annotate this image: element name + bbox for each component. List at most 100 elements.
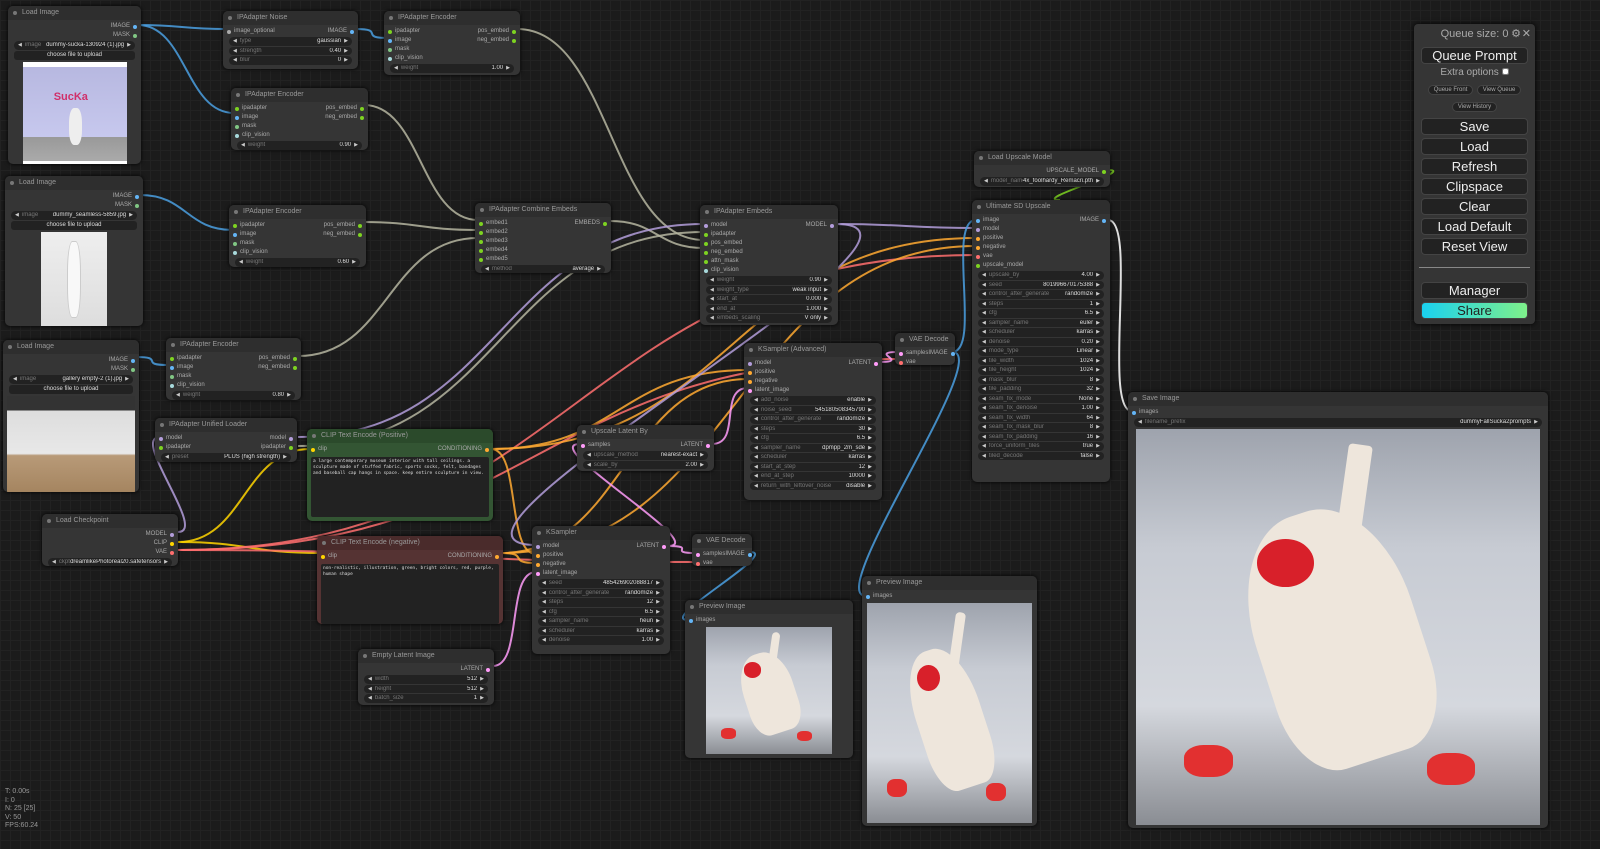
slot-dot[interactable] [235, 133, 239, 138]
slot-dot[interactable] [170, 532, 174, 537]
slot-dot[interactable] [1102, 169, 1106, 174]
increment-arrow-icon[interactable]: ▶ [344, 57, 348, 63]
widget-value[interactable]: dpmpp_2m_sde [822, 445, 868, 451]
node-clip-text-encode-negative[interactable]: CLIP Text Encode (negative) clip CONDITION… [317, 536, 503, 624]
increment-arrow-icon[interactable]: ▶ [700, 462, 704, 468]
widget-value[interactable]: heun [640, 618, 656, 624]
input-slot-model[interactable]: model [536, 542, 577, 551]
slot-dot[interactable] [227, 29, 231, 34]
widget-type[interactable]: ◀ type gaussian ▶ [229, 37, 352, 46]
increment-arrow-icon[interactable]: ▶ [352, 259, 356, 265]
widget-preset[interactable]: ◀ preset PLUS (high strength) ▶ [161, 453, 291, 462]
widget-value[interactable]: 6.5 [1085, 310, 1096, 316]
input-slot-positive[interactable]: positive [748, 368, 789, 377]
widget-width[interactable]: ◀ width 512 ▶ [364, 675, 488, 684]
slot-dot[interactable] [289, 436, 293, 441]
widget-tile-width[interactable]: ◀ tile_width 1024 ▶ [978, 356, 1104, 365]
widget-weight[interactable]: ◀ weight 0.60 ▶ [235, 258, 360, 267]
input-slot-embed1[interactable]: embed1 [479, 219, 508, 228]
slot-dot[interactable] [976, 227, 980, 232]
input-slot-vae[interactable]: vae [899, 358, 928, 365]
output-slot-latent[interactable]: LATENT [848, 359, 878, 368]
output-slot-latent[interactable]: LATENT [636, 542, 666, 551]
node-ipadapter-encoder[interactable]: IPAdapter Encoder ipadapter image mask clip_… [229, 205, 366, 267]
widget-seam-fix-mask-blur[interactable]: ◀ seam_fix_mask_blur 8 ▶ [978, 423, 1104, 432]
widget-start-at[interactable]: ◀ start_at 0.000 ▶ [706, 295, 832, 304]
widget-weight[interactable]: ◀ weight 0.80 ▶ [172, 391, 295, 400]
output-slot-image[interactable]: IMAGE [109, 356, 135, 365]
slot-dot[interactable] [293, 365, 297, 370]
node-ipadapter-noise[interactable]: IPAdapter Noise image_optional IMAGE ◀ type g… [223, 11, 358, 69]
input-slot-positive[interactable]: positive [976, 234, 1023, 243]
slot-dot[interactable] [1132, 410, 1136, 415]
widget-steps[interactable]: ◀ steps 1 ▶ [978, 299, 1104, 308]
widget-tile-padding[interactable]: ◀ tile_padding 32 ▶ [978, 385, 1104, 394]
input-slot-embed4[interactable]: embed4 [479, 246, 508, 255]
increment-arrow-icon[interactable]: ▶ [656, 609, 660, 615]
widget-mask-blur[interactable]: ◀ mask_blur 8 ▶ [978, 375, 1104, 384]
slot-dot[interactable] [486, 667, 490, 672]
slot-dot[interactable] [704, 259, 708, 264]
slot-dot[interactable] [360, 115, 364, 120]
slot-dot[interactable] [133, 33, 137, 38]
increment-arrow-icon[interactable]: ▶ [506, 65, 510, 71]
slot-dot[interactable] [696, 552, 700, 557]
output-slot-image[interactable]: IMAGE [1080, 216, 1106, 225]
node-title[interactable]: Load Checkpoint [42, 514, 178, 528]
slot-dot[interactable] [706, 443, 710, 448]
input-slot-model[interactable]: model [748, 359, 789, 368]
input-slot-clip-vision[interactable]: clip_vision [233, 248, 268, 257]
increment-arrow-icon[interactable]: ▶ [1096, 453, 1100, 459]
input-slot-mask[interactable]: mask [235, 122, 270, 131]
widget-weight[interactable]: ◀ weight 1.00 ▶ [390, 64, 514, 73]
slot-dot[interactable] [536, 553, 540, 558]
clipspace-button[interactable]: Clipspace [1421, 178, 1528, 195]
increment-arrow-icon[interactable]: ▶ [868, 473, 872, 479]
increment-arrow-icon[interactable]: ▶ [344, 38, 348, 44]
reset-view-button[interactable]: Reset View [1421, 238, 1528, 255]
increment-arrow-icon[interactable]: ▶ [656, 590, 660, 596]
input-slot-latent-image[interactable]: latent_image [536, 569, 577, 578]
input-slot-negative[interactable]: negative [748, 377, 789, 386]
input-slot-ipadapter[interactable]: ipadapter [235, 104, 270, 113]
widget-model-name[interactable]: ◀ model_name 4x_foolhardy_Remacri.pth ▶ [980, 177, 1104, 186]
input-slot-clip-vision[interactable]: clip_vision [704, 266, 743, 275]
widget-value[interactable]: 12 [646, 599, 656, 605]
choose-file-button[interactable]: choose file to upload [11, 220, 137, 230]
widget-value[interactable]: 0.20 [1081, 339, 1096, 345]
increment-arrow-icon[interactable]: ▶ [1096, 377, 1100, 383]
node-ultimate-sd-upscale[interactable]: Ultimate SD Upscale image model positive neg… [972, 200, 1110, 482]
slot-dot[interactable] [159, 436, 163, 441]
slot-dot[interactable] [1102, 218, 1106, 223]
output-slot-image[interactable]: IMAGE [113, 192, 139, 201]
increment-arrow-icon[interactable]: ▶ [824, 277, 828, 283]
node-vae-decode[interactable]: VAE Decode samples vae IMAGE [895, 333, 955, 365]
widget-tile-height[interactable]: ◀ tile_height 1024 ▶ [978, 366, 1104, 375]
slot-dot[interactable] [976, 254, 980, 259]
widget-value[interactable]: karras [1076, 329, 1096, 335]
slot-dot[interactable] [360, 106, 364, 111]
slot-dot[interactable] [950, 351, 955, 356]
input-slot-image-optional[interactable]: image_optional [227, 27, 275, 36]
slot-dot[interactable] [479, 248, 483, 253]
output-slot-model[interactable]: model [261, 434, 293, 443]
widget-value[interactable]: 10000 [848, 473, 868, 479]
increment-arrow-icon[interactable]: ▶ [127, 42, 131, 48]
slot-dot[interactable] [662, 544, 666, 549]
input-slot-ipadapter[interactable]: ipadapter [159, 443, 191, 452]
slot-dot[interactable] [170, 550, 174, 555]
output-slot-pos-embed[interactable]: pos_embed [477, 27, 516, 36]
widget-start-at-step[interactable]: ◀ start_at_step 12 ▶ [750, 462, 876, 471]
widget-value[interactable]: dummy-sucka-130924 (1).jpg [46, 42, 127, 48]
increment-arrow-icon[interactable]: ▶ [868, 483, 872, 489]
node-title[interactable]: IPAdapter Encoder [231, 88, 368, 102]
increment-arrow-icon[interactable]: ▶ [824, 287, 828, 293]
slot-dot[interactable] [170, 365, 174, 370]
widget-image[interactable]: ◀ image dummy-sucka-130924 (1).jpg ▶ [14, 41, 135, 50]
node-load-upscale-model[interactable]: Load Upscale Model UPSCALE_MODEL ◀ model_na… [974, 151, 1110, 187]
slot-dot[interactable] [976, 263, 980, 268]
widget-seam-fix-padding[interactable]: ◀ seam_fix_padding 16 ▶ [978, 432, 1104, 441]
output-slot-model[interactable]: MODEL [146, 530, 174, 539]
slot-dot[interactable] [235, 115, 239, 120]
slot-dot[interactable] [689, 618, 693, 623]
